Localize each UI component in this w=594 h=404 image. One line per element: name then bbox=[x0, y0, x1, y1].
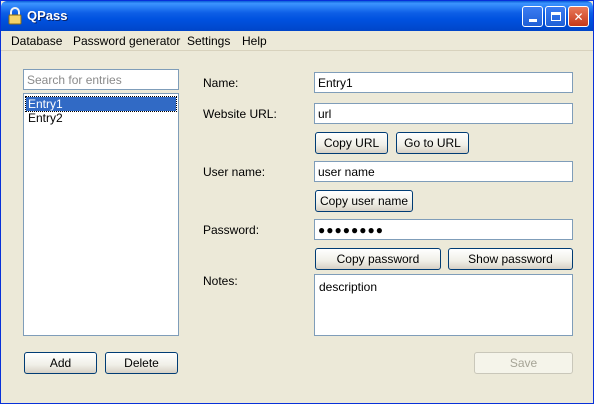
copy-user-name-button[interactable]: Copy user name bbox=[315, 190, 413, 212]
minimize-icon bbox=[528, 19, 537, 22]
menu-settings[interactable]: Settings bbox=[187, 34, 230, 48]
minimize-button[interactable] bbox=[522, 6, 543, 27]
menu-password-generator[interactable]: Password generator bbox=[73, 34, 180, 48]
show-password-button[interactable]: Show password bbox=[448, 248, 573, 270]
close-button[interactable]: ✕ bbox=[568, 6, 589, 27]
notes-textarea[interactable]: description bbox=[314, 274, 573, 336]
website-url-field[interactable]: url bbox=[314, 103, 573, 124]
user-name-label: User name: bbox=[203, 165, 266, 179]
password-field[interactable]: ●●●●●●●● bbox=[314, 219, 573, 240]
delete-button[interactable]: Delete bbox=[105, 352, 178, 374]
go-to-url-button[interactable]: Go to URL bbox=[396, 132, 469, 154]
menu-help[interactable]: Help bbox=[242, 34, 267, 48]
notes-label: Notes: bbox=[203, 274, 238, 288]
maximize-icon bbox=[550, 12, 561, 21]
user-name-field[interactable]: user name bbox=[314, 161, 573, 182]
entry-list[interactable]: Entry1 Entry2 bbox=[23, 93, 179, 336]
menu-bar: Database Password generator Settings Hel… bbox=[1, 31, 593, 51]
app-window: QPass ✕ Database Password generator Sett… bbox=[0, 0, 594, 404]
copy-password-button[interactable]: Copy password bbox=[315, 248, 441, 270]
maximize-button[interactable] bbox=[545, 6, 566, 27]
search-placeholder: Search for entries bbox=[27, 73, 122, 87]
save-button[interactable]: Save bbox=[474, 352, 573, 374]
close-icon: ✕ bbox=[573, 9, 584, 24]
list-item-entry2[interactable]: Entry2 bbox=[26, 111, 176, 125]
menu-database[interactable]: Database bbox=[11, 34, 62, 48]
copy-url-button[interactable]: Copy URL bbox=[315, 132, 388, 154]
add-button[interactable]: Add bbox=[24, 352, 97, 374]
website-url-label: Website URL: bbox=[203, 107, 277, 121]
name-label: Name: bbox=[203, 76, 239, 90]
lock-icon bbox=[8, 7, 22, 25]
password-label: Password: bbox=[203, 223, 260, 237]
title-bar[interactable]: QPass ✕ bbox=[1, 1, 593, 31]
list-item-entry1[interactable]: Entry1 bbox=[25, 96, 177, 112]
search-input[interactable]: Search for entries bbox=[23, 69, 179, 90]
window-title: QPass bbox=[27, 8, 68, 23]
name-field[interactable]: Entry1 bbox=[314, 72, 573, 93]
